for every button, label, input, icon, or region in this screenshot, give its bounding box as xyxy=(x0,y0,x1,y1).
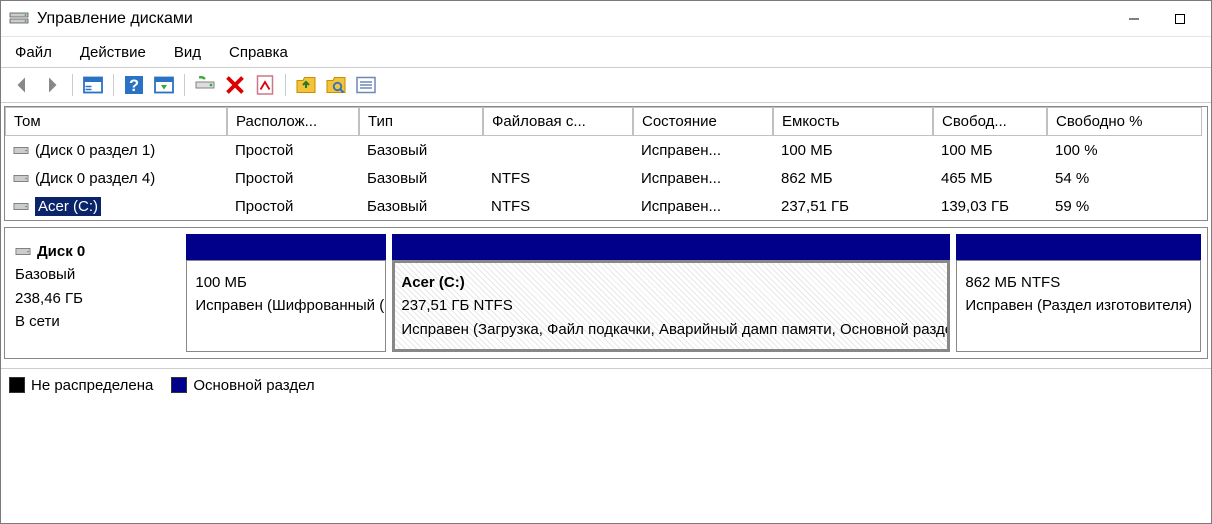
svg-text:?: ? xyxy=(129,77,139,95)
column-volume[interactable]: Том xyxy=(5,107,227,136)
legend-primary: Основной раздел xyxy=(171,377,314,394)
column-capacity[interactable]: Емкость xyxy=(773,107,933,136)
disk-name: Диск 0 xyxy=(37,240,85,263)
table-row[interactable]: Acer (C:)ПростойБазовыйNTFSИсправен...23… xyxy=(5,192,1207,220)
disk-map: Диск 0 Базовый 238,46 ГБ В сети 100 МБИс… xyxy=(4,227,1208,359)
disk-size: 238,46 ГБ xyxy=(15,287,176,310)
view-detail-button[interactable] xyxy=(151,72,177,98)
volume-table: Том Располож... Тип Файловая с... Состоя… xyxy=(4,106,1208,221)
folder-search-button[interactable] xyxy=(323,72,349,98)
refresh-button[interactable] xyxy=(192,72,218,98)
column-type[interactable]: Тип xyxy=(359,107,483,136)
partition[interactable]: 100 МБИсправен (Шифрованный (EFI) систем… xyxy=(186,234,386,352)
title-bar: Управление дисками xyxy=(1,1,1211,37)
menu-action[interactable]: Действие xyxy=(76,41,150,64)
disk-type: Базовый xyxy=(15,263,176,286)
delete-button[interactable] xyxy=(222,72,248,98)
minimize-button[interactable] xyxy=(1111,3,1157,35)
toolbar: ? xyxy=(1,67,1211,103)
show-hide-tree-button[interactable] xyxy=(80,72,106,98)
maximize-button[interactable] xyxy=(1157,3,1203,35)
table-header-row: Том Располож... Тип Файловая с... Состоя… xyxy=(5,107,1207,136)
menu-bar: Файл Действие Вид Справка xyxy=(1,37,1211,67)
list-view-button[interactable] xyxy=(353,72,379,98)
partition[interactable]: 862 МБ NTFSИсправен (Раздел изготовителя… xyxy=(956,234,1201,352)
disk-status: В сети xyxy=(15,310,176,333)
column-free[interactable]: Свобод... xyxy=(933,107,1047,136)
swatch-unallocated xyxy=(9,377,25,393)
column-freepct[interactable]: Свободно % xyxy=(1047,107,1202,136)
forward-button[interactable] xyxy=(39,72,65,98)
column-fs[interactable]: Файловая с... xyxy=(483,107,633,136)
legend-unallocated: Не распределена xyxy=(9,377,153,394)
help-button[interactable]: ? xyxy=(121,72,147,98)
table-row[interactable]: (Диск 0 раздел 1)ПростойБазовыйИсправен.… xyxy=(5,136,1207,164)
properties-button[interactable] xyxy=(252,72,278,98)
menu-view[interactable]: Вид xyxy=(170,41,205,64)
disk-icon xyxy=(15,246,31,257)
menu-help[interactable]: Справка xyxy=(225,41,292,64)
legend: Не распределена Основной раздел xyxy=(1,368,1211,402)
folder-up-button[interactable] xyxy=(293,72,319,98)
window-title: Управление дисками xyxy=(37,10,1111,28)
table-row[interactable]: (Диск 0 раздел 4)ПростойБазовыйNTFSИспра… xyxy=(5,164,1207,192)
partition[interactable]: Acer (C:)237,51 ГБ NTFSИсправен (Загрузк… xyxy=(392,234,950,352)
app-icon xyxy=(9,11,29,27)
column-status[interactable]: Состояние xyxy=(633,107,773,136)
disk-info[interactable]: Диск 0 Базовый 238,46 ГБ В сети xyxy=(11,234,180,352)
menu-file[interactable]: Файл xyxy=(11,41,56,64)
column-layout[interactable]: Располож... xyxy=(227,107,359,136)
back-button[interactable] xyxy=(9,72,35,98)
swatch-primary xyxy=(171,377,187,393)
